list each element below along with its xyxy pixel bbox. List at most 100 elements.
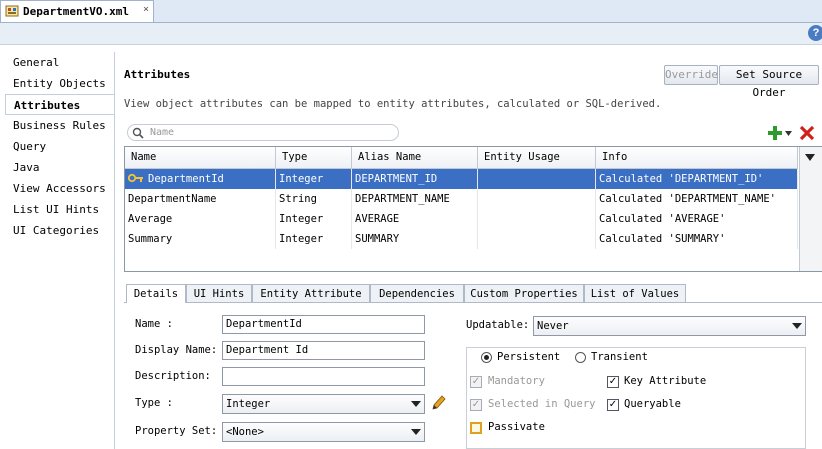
add-icon[interactable] (767, 125, 783, 141)
property-set-select-value: <None> (226, 426, 264, 438)
table-row[interactable]: DepartmentId Integer DEPARTMENT_ID Calcu… (125, 169, 798, 189)
set-source-order-button[interactable]: Set Source Order (719, 65, 819, 99)
cell-info: Calculated 'DEPARTMENT_NAME' (596, 189, 798, 209)
table-row[interactable]: Summary Integer SUMMARY Calculated 'SUMM… (125, 229, 798, 249)
column-header-name[interactable]: Name (125, 147, 276, 168)
nav-item-ui-categories[interactable]: UI Categories (5, 220, 114, 241)
cell-name: Average (125, 209, 276, 229)
view-object-icon (5, 5, 19, 17)
search-icon (132, 127, 144, 139)
updatable-label: Updatable: (466, 319, 530, 331)
nav-divider (114, 52, 115, 449)
search-placeholder: Name (150, 127, 175, 138)
edit-pencil-icon[interactable] (430, 394, 446, 412)
queryable-checkbox[interactable]: ✓ (607, 399, 619, 411)
chevron-down-icon (805, 154, 815, 161)
tab-list-of-values[interactable]: List of Values (584, 284, 686, 302)
nav-item-general[interactable]: General (5, 52, 114, 73)
cell-name: Summary (125, 229, 276, 249)
persistent-radio[interactable] (481, 352, 492, 363)
nav-item-list-ui-hints[interactable]: List UI Hints (5, 199, 114, 220)
transient-radio[interactable] (575, 352, 586, 363)
nav-item-attributes[interactable]: Attributes (5, 94, 114, 115)
mandatory-label: Mandatory (488, 375, 545, 387)
cell-entity-usage (478, 229, 596, 249)
nav-item-business-rules[interactable]: Business Rules (5, 115, 114, 136)
nav-item-java[interactable]: Java (5, 157, 114, 178)
type-select[interactable]: Integer (222, 394, 425, 414)
cell-info: Calculated 'DEPARTMENT_ID' (596, 169, 798, 189)
tab-custom-properties[interactable]: Custom Properties (464, 284, 584, 302)
cell-info: Calculated 'SUMMARY' (596, 229, 798, 249)
editor-toolbar (0, 23, 822, 45)
passivate-checkbox[interactable] (470, 422, 482, 434)
updatable-select[interactable]: Never (533, 316, 806, 336)
cell-name: DepartmentId (145, 169, 276, 189)
cell-entity-usage (478, 209, 596, 229)
description-label: Description: (135, 370, 211, 382)
table-header: Name Type Alias Name Entity Usage Info (125, 147, 798, 169)
page-title: Attributes (124, 68, 191, 81)
queryable-label: Queryable (624, 398, 681, 410)
editor-nav: General Entity Objects Attributes Busine… (5, 52, 114, 449)
cell-alias: SUMMARY (352, 229, 478, 249)
name-label: Name : (135, 318, 173, 330)
key-attribute-checkbox[interactable]: ✓ (607, 376, 619, 388)
column-header-type[interactable]: Type (276, 147, 352, 168)
cell-type: String (276, 189, 352, 209)
nav-item-query[interactable]: Query (5, 136, 114, 157)
updatable-select-value: Never (537, 320, 569, 332)
help-icon[interactable]: ? (808, 25, 822, 41)
selected-in-query-checkbox[interactable]: ✓ (470, 399, 482, 411)
tab-dependencies[interactable]: Dependencies (370, 284, 464, 302)
property-set-label: Property Set: (135, 425, 218, 437)
key-attribute-label: Key Attribute (624, 375, 707, 387)
editor-tab-title: DepartmentVO.xml (23, 5, 129, 18)
cell-type: Integer (276, 209, 352, 229)
mandatory-checkbox[interactable]: ✓ (470, 376, 482, 388)
chevron-down-icon (411, 401, 421, 407)
table-column-menu[interactable] (799, 147, 822, 271)
cell-type: Integer (276, 229, 352, 249)
close-icon[interactable]: × (143, 4, 149, 15)
table-row[interactable]: DepartmentName String DEPARTMENT_NAME Ca… (125, 189, 798, 209)
description-field[interactable] (222, 367, 425, 386)
cell-entity-usage (478, 169, 596, 189)
transient-label: Transient (591, 351, 648, 363)
nav-item-view-accessors[interactable]: View Accessors (5, 178, 114, 199)
type-select-value: Integer (226, 398, 271, 410)
column-header-alias-name[interactable]: Alias Name (352, 147, 478, 168)
nav-item-entity-objects[interactable]: Entity Objects (5, 73, 114, 94)
attributes-description: View object attributes can be mapped to … (124, 98, 662, 110)
persistent-label: Persistent (497, 351, 561, 363)
editor-tab[interactable]: DepartmentVO.xml × (0, 0, 154, 22)
cell-alias: DEPARTMENT_ID (352, 169, 478, 189)
chevron-down-icon (411, 429, 421, 435)
tab-ui-hints[interactable]: UI Hints (186, 284, 252, 302)
cell-alias: AVERAGE (352, 209, 478, 229)
chevron-down-icon[interactable] (785, 131, 792, 136)
column-header-entity-usage[interactable]: Entity Usage (478, 147, 596, 168)
detail-tab-strip: Details UI Hints Entity Attribute Depend… (124, 284, 822, 303)
radio-selected-dot (484, 355, 489, 360)
display-name-field[interactable]: Department Id (222, 341, 425, 360)
tab-details[interactable]: Details (126, 284, 186, 303)
override-button[interactable]: Override (664, 65, 718, 85)
passivate-label: Passivate (488, 421, 545, 433)
name-field[interactable]: DepartmentId (222, 315, 425, 334)
cell-entity-usage (478, 189, 596, 209)
cell-alias: DEPARTMENT_NAME (352, 189, 478, 209)
delete-icon[interactable] (799, 125, 815, 141)
key-icon (128, 173, 143, 183)
selected-in-query-label: Selected in Query (488, 398, 596, 410)
tab-entity-attribute[interactable]: Entity Attribute (252, 284, 370, 302)
property-set-select[interactable]: <None> (222, 422, 425, 442)
cell-name: DepartmentName (125, 189, 276, 209)
column-header-info[interactable]: Info (596, 147, 798, 168)
display-name-label: Display Name: (135, 344, 218, 356)
type-label: Type : (135, 397, 173, 409)
chevron-down-icon (792, 323, 802, 329)
cell-info: Calculated 'AVERAGE' (596, 209, 798, 229)
table-row[interactable]: Average Integer AVERAGE Calculated 'AVER… (125, 209, 798, 229)
cell-type: Integer (276, 169, 352, 189)
